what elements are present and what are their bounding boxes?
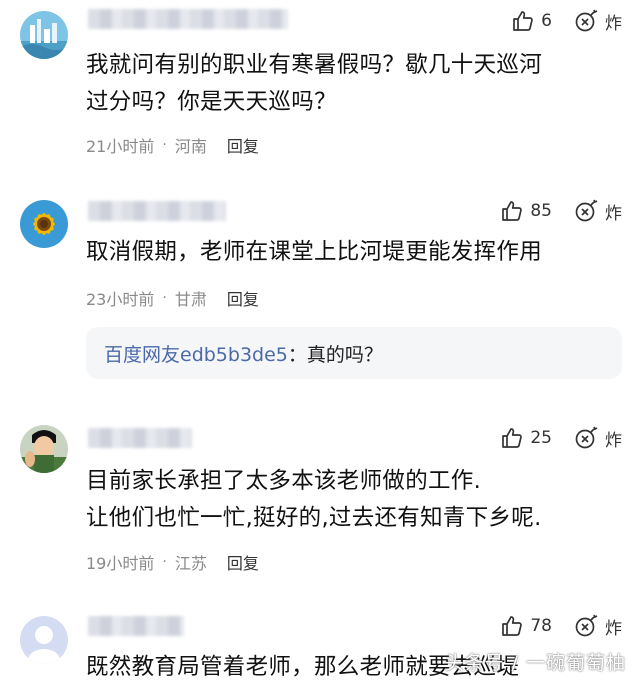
username-blurred[interactable] bbox=[88, 201, 226, 221]
comment-actions: 85 炸 bbox=[500, 198, 622, 224]
bomb-label: 炸 bbox=[605, 618, 622, 639]
avatar[interactable] bbox=[20, 11, 68, 59]
comment-meta: 19小时前 · 江苏 回复 bbox=[86, 550, 259, 574]
comment-location: 河南 bbox=[174, 137, 207, 156]
reply-button[interactable]: 回复 bbox=[227, 286, 259, 310]
comment-time: 23小时前 bbox=[86, 290, 155, 309]
like-button[interactable]: 85 bbox=[500, 199, 552, 223]
meta-separator: · bbox=[162, 137, 167, 153]
avatar[interactable] bbox=[20, 425, 68, 473]
like-button[interactable]: 25 bbox=[500, 426, 552, 450]
avatar[interactable] bbox=[20, 200, 68, 248]
comment-item: 85 炸 取消假期，老师在课堂上比河堤更能发挥作用 23小时前 · 甘肃 回复 … bbox=[0, 190, 640, 390]
comment-meta: 23小时前 · 甘肃 回复 bbox=[86, 286, 259, 310]
thumbs-up-icon bbox=[500, 426, 524, 450]
bomb-icon bbox=[574, 613, 600, 639]
sub-reply[interactable]: 百度网友edb5b3de5 ：真的吗？ bbox=[86, 327, 622, 379]
watermark: 头条号 / 一碗葡萄柚 bbox=[444, 652, 626, 674]
bomb-button[interactable]: 炸 bbox=[574, 613, 622, 639]
comment-item: 25 炸 目前家长承担了太多本该老师做的工作. 让他们也忙一忙,挺好的,过去还有… bbox=[0, 415, 640, 595]
like-count: 25 bbox=[530, 428, 552, 448]
bomb-icon bbox=[574, 425, 600, 451]
bomb-icon bbox=[574, 198, 600, 224]
comment-actions: 6 炸 bbox=[511, 8, 622, 34]
meta-separator: · bbox=[162, 554, 167, 570]
bomb-label: 炸 bbox=[605, 13, 622, 34]
comment-time: 19小时前 bbox=[86, 554, 155, 573]
meta-separator: · bbox=[162, 290, 167, 306]
comment-location: 江苏 bbox=[174, 554, 207, 573]
like-button[interactable]: 6 bbox=[511, 9, 552, 33]
reply-button[interactable]: 回复 bbox=[227, 550, 259, 574]
bomb-button[interactable]: 炸 bbox=[574, 198, 622, 224]
username-blurred[interactable] bbox=[88, 616, 184, 636]
comment-meta: 21小时前 · 河南 回复 bbox=[86, 133, 259, 157]
bomb-button[interactable]: 炸 bbox=[574, 8, 622, 34]
avatar[interactable] bbox=[20, 616, 68, 664]
username-blurred[interactable] bbox=[88, 428, 192, 448]
comment-time: 21小时前 bbox=[86, 137, 155, 156]
sub-reply-text: ：真的吗？ bbox=[287, 343, 383, 366]
comment-location: 甘肃 bbox=[174, 290, 207, 309]
comment-item: 6 炸 我就问有别的职业有寒暑假吗？歇几十天巡河 过分吗？你是天天巡吗？ 21小… bbox=[0, 0, 640, 170]
thumbs-up-icon bbox=[500, 199, 524, 223]
comment-text: 目前家长承担了太多本该老师做的工作. 让他们也忙一忙,挺好的,过去还有知青下乡呢… bbox=[86, 468, 542, 531]
comment-actions: 78 炸 bbox=[500, 613, 622, 639]
bomb-icon bbox=[574, 8, 600, 34]
bomb-button[interactable]: 炸 bbox=[574, 425, 622, 451]
sub-reply-username[interactable]: 百度网友edb5b3de5 bbox=[104, 340, 288, 367]
comment-actions: 25 炸 bbox=[500, 425, 622, 451]
comment-text: 取消假期，老师在课堂上比河堤更能发挥作用 bbox=[86, 239, 543, 265]
like-count: 85 bbox=[530, 201, 552, 221]
thumbs-up-icon bbox=[500, 614, 524, 638]
like-count: 78 bbox=[530, 616, 552, 636]
bomb-label: 炸 bbox=[605, 430, 622, 451]
like-button[interactable]: 78 bbox=[500, 614, 552, 638]
reply-button[interactable]: 回复 bbox=[227, 133, 259, 157]
username-blurred[interactable] bbox=[88, 9, 288, 29]
bomb-label: 炸 bbox=[605, 203, 622, 224]
comment-feed: 6 炸 我就问有别的职业有寒暑假吗？歇几十天巡河 过分吗？你是天天巡吗？ 21小… bbox=[0, 0, 640, 683]
like-count: 6 bbox=[541, 11, 552, 31]
thumbs-up-icon bbox=[511, 9, 535, 33]
comment-text: 我就问有别的职业有寒暑假吗？歇几十天巡河 过分吗？你是天天巡吗？ bbox=[86, 52, 543, 115]
